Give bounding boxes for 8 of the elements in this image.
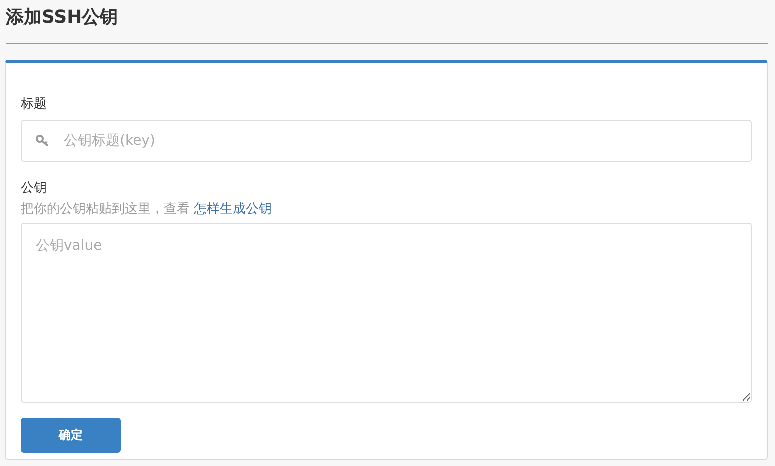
help-link[interactable]: 怎样生成公钥 <box>194 202 272 217</box>
page-title: 添加SSH公钥 <box>6 6 120 30</box>
confirm-button[interactable]: 确定 <box>21 418 121 452</box>
title-field[interactable]: 公钥标题(key) <box>21 120 752 162</box>
field-label: 公钥 <box>21 180 48 198</box>
help-text: 把你的公钥粘贴到这里，查看 怎样生成公钥 <box>21 201 274 219</box>
key-textarea[interactable]: 公钥value <box>21 222 752 402</box>
field-label: 标题 <box>21 96 48 114</box>
